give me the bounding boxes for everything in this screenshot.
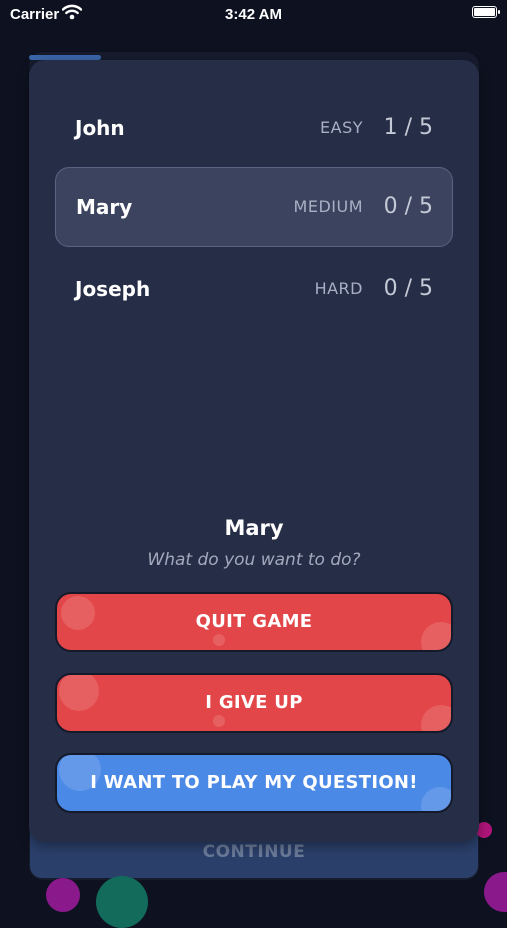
player-row-mary[interactable]: Mary MEDIUM 0 / 5 xyxy=(55,167,453,247)
decor-bubble xyxy=(421,622,451,650)
battery-icon xyxy=(472,6,500,18)
decor-blob xyxy=(46,878,80,912)
status-bar: Carrier 3:42 AM xyxy=(0,0,507,28)
player-row-joseph[interactable]: Joseph HARD 0 / 5 xyxy=(55,249,453,329)
player-name: Joseph xyxy=(75,277,151,301)
decor-bubble xyxy=(421,705,451,731)
player-score: 0 / 5 xyxy=(383,194,433,219)
decor-bubble xyxy=(213,634,225,646)
clock: 3:42 AM xyxy=(225,6,282,23)
decor-bubble xyxy=(61,596,95,630)
player-name: John xyxy=(75,116,125,140)
player-name: Mary xyxy=(76,195,133,219)
player-action-modal: John EASY 1 / 5 Mary MEDIUM 0 / 5 Joseph… xyxy=(29,60,479,842)
decor-bubble xyxy=(213,715,225,727)
player-score: 1 / 5 xyxy=(383,115,433,140)
decor-blob xyxy=(96,876,148,928)
player-difficulty: HARD xyxy=(314,279,363,298)
player-difficulty: EASY xyxy=(320,118,363,137)
decor-blob xyxy=(484,872,507,912)
selected-player-name: Mary xyxy=(224,516,284,540)
play-question-label: I WANT TO PLAY MY QUESTION! xyxy=(90,772,418,793)
give-up-label: I GIVE UP xyxy=(205,692,303,713)
play-question-button[interactable]: I WANT TO PLAY MY QUESTION! xyxy=(55,753,453,813)
player-difficulty: MEDIUM xyxy=(293,197,363,216)
give-up-button[interactable]: I GIVE UP xyxy=(55,673,453,733)
player-score: 0 / 5 xyxy=(383,276,433,301)
decor-bubble xyxy=(59,675,99,711)
quit-game-button[interactable]: QUIT GAME xyxy=(55,592,453,652)
prompt-question: What do you want to do? xyxy=(147,550,361,570)
player-row-john[interactable]: John EASY 1 / 5 xyxy=(55,88,453,168)
quit-game-label: QUIT GAME xyxy=(195,611,313,632)
decor-bubble xyxy=(421,787,451,811)
